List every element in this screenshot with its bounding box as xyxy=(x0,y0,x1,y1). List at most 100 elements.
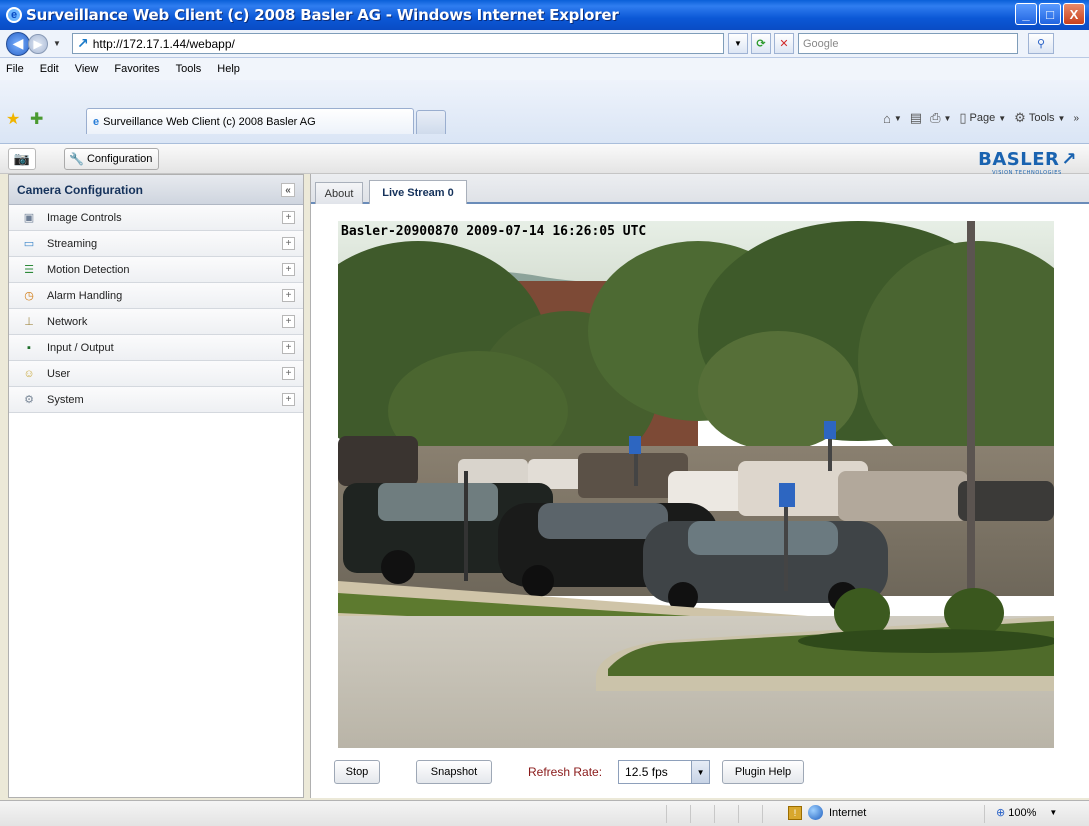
chevron-down-icon: ▼ xyxy=(691,761,710,783)
zoom-icon: ⊕ xyxy=(996,807,1006,819)
expand-icon[interactable]: + xyxy=(282,289,295,302)
app-toolbar: 📷 🔧 Configuration xyxy=(0,144,1089,174)
sidebar-item-user[interactable]: ☺ User + xyxy=(9,361,303,387)
camera-overlay-text: Basler-20900870 2009-07-14 16:26:05 UTC xyxy=(341,224,647,239)
sidebar-item-input-output[interactable]: ▪ Input / Output + xyxy=(9,335,303,361)
expand-icon[interactable]: + xyxy=(282,237,295,250)
print-button[interactable]: ⎙ ▼ xyxy=(930,110,951,126)
refresh-rate-select[interactable]: 12.5 fps ▼ xyxy=(618,760,711,784)
menu-edit[interactable]: Edit xyxy=(40,63,59,75)
tab-about[interactable]: About xyxy=(315,182,363,204)
browser-tab[interactable]: e Surveillance Web Client (c) 2008 Basle… xyxy=(86,108,414,134)
window-controls: _ □ X xyxy=(1015,3,1085,25)
forward-arrow-icon: ▶ xyxy=(33,36,43,51)
zoom-control[interactable]: ⊕ 100% ▼ xyxy=(996,806,1058,820)
back-arrow-icon: ◀ xyxy=(12,35,24,51)
print-icon: ⎙ xyxy=(930,110,941,125)
streaming-icon: ▭ xyxy=(23,238,35,250)
tab-bar: ★ ✚ e Surveillance Web Client (c) 2008 B… xyxy=(0,80,1089,144)
security-zone[interactable]: ! Internet xyxy=(788,805,866,820)
maximize-button[interactable]: □ xyxy=(1039,3,1061,25)
menu-help[interactable]: Help xyxy=(217,63,240,75)
stop-button[interactable]: Stop xyxy=(334,760,380,784)
internet-zone-icon xyxy=(808,805,823,820)
address-controls: ▼ ⟳ ✕ xyxy=(728,33,794,54)
motion-detection-icon: ☰ xyxy=(24,264,34,276)
tools-menu-button[interactable]: ⚙ Tools ▼ xyxy=(1014,110,1065,126)
gear-icon: ⚙ xyxy=(1014,110,1026,125)
expand-icon[interactable]: + xyxy=(282,263,295,276)
tab-ie-icon: e xyxy=(93,115,100,128)
zoom-level: 100% xyxy=(1008,806,1037,819)
search-input[interactable]: Google xyxy=(798,33,1018,54)
camera-view: Basler-20900870 2009-07-14 16:26:05 UTC xyxy=(338,221,1054,748)
history-dropdown-icon[interactable]: ▼ xyxy=(52,39,62,48)
status-separator xyxy=(762,805,763,823)
status-separator xyxy=(984,805,985,823)
content-tabstrip: About Live Stream 0 xyxy=(311,174,1089,204)
sidebar-item-label: Alarm Handling xyxy=(47,289,123,302)
favorites-star-icon[interactable]: ★ xyxy=(6,109,20,129)
sidebar-item-network[interactable]: ⊥ Network + xyxy=(9,309,303,335)
back-button[interactable]: ◀ xyxy=(6,31,30,56)
refresh-button[interactable]: ⟳ xyxy=(751,33,771,54)
forward-button[interactable]: ▶ xyxy=(28,33,48,54)
configuration-button[interactable]: 🔧 Configuration xyxy=(64,147,160,170)
expand-icon[interactable]: + xyxy=(282,367,295,380)
home-button[interactable]: ⌂ ▼ xyxy=(883,111,902,126)
menu-file[interactable]: File xyxy=(6,63,24,75)
home-dropdown-icon: ▼ xyxy=(893,113,902,123)
network-icon: ⊥ xyxy=(24,316,34,328)
logo-text: BASLER xyxy=(978,149,1060,170)
menu-bar: File Edit View Favorites Tools Help xyxy=(0,58,1089,80)
camera-image xyxy=(338,221,1054,748)
stop-icon: ✕ xyxy=(779,38,789,50)
more-chevron[interactable]: » xyxy=(1073,113,1079,124)
collapse-panel-button[interactable]: « xyxy=(281,183,295,197)
print-dropdown-icon: ▼ xyxy=(943,113,952,123)
plugin-help-button[interactable]: Plugin Help xyxy=(722,760,805,784)
search-icon: ⚲ xyxy=(1036,38,1046,50)
expand-icon[interactable]: + xyxy=(282,315,295,328)
address-row: ◀ ▶ ▼ ↗ http://172.17.1.44/webapp/ ▼ ⟳ ✕… xyxy=(0,30,1089,58)
close-button[interactable]: X xyxy=(1063,3,1085,25)
menu-tools[interactable]: Tools xyxy=(176,63,202,75)
page-menu-button[interactable]: ▯ Page ▼ xyxy=(959,110,1006,126)
search-button[interactable]: ⚲ xyxy=(1028,33,1054,54)
panel-title: Camera Configuration xyxy=(17,182,144,197)
snapshot-button[interactable]: Snapshot xyxy=(416,760,492,784)
menu-view[interactable]: View xyxy=(75,63,99,75)
minimize-button[interactable]: _ xyxy=(1015,3,1037,25)
tab-live-stream-0[interactable]: Live Stream 0 xyxy=(369,180,467,204)
sidebar-item-motion-detection[interactable]: ☰ Motion Detection + xyxy=(9,257,303,283)
status-bar: ! Internet ⊕ 100% ▼ xyxy=(0,800,1089,826)
expand-icon[interactable]: + xyxy=(282,341,295,354)
expand-icon[interactable]: + xyxy=(282,211,295,224)
alarm-handling-icon: ◷ xyxy=(24,290,34,302)
feeds-button[interactable]: ▤ xyxy=(910,110,922,126)
camera-icon: 📷 xyxy=(13,150,31,166)
sidebar-item-image-controls[interactable]: ▣ Image Controls + xyxy=(9,205,303,231)
configuration-label: Configuration xyxy=(86,152,153,165)
sidebar-item-alarm-handling[interactable]: ◷ Alarm Handling + xyxy=(9,283,303,309)
expand-icon[interactable]: + xyxy=(282,393,295,406)
stop-page-button[interactable]: ✕ xyxy=(774,33,794,54)
menu-favorites[interactable]: Favorites xyxy=(114,63,159,75)
address-input[interactable]: ↗ http://172.17.1.44/webapp/ xyxy=(72,33,724,54)
address-url: http://172.17.1.44/webapp/ xyxy=(92,36,235,51)
ie-logo-icon: e xyxy=(6,7,22,23)
image-controls-icon: ▣ xyxy=(23,212,35,224)
address-dropdown-button[interactable]: ▼ xyxy=(728,33,748,54)
sidebar-item-streaming[interactable]: ▭ Streaming + xyxy=(9,231,303,257)
sidebar-item-label: Image Controls xyxy=(47,211,122,224)
zoom-dropdown-icon: ▼ xyxy=(1049,808,1058,817)
sidebar-item-system[interactable]: ⚙ System + xyxy=(9,387,303,413)
refresh-icon: ⟳ xyxy=(756,38,766,50)
camera-button[interactable]: 📷 xyxy=(8,147,36,170)
window-titlebar: e Surveillance Web Client (c) 2008 Basle… xyxy=(0,0,1089,30)
add-favorite-icon[interactable]: ✚ xyxy=(30,109,43,129)
new-tab-button[interactable] xyxy=(416,110,446,134)
sidebar-item-label: Network xyxy=(47,315,88,328)
content-panel: About Live Stream 0 Basler-20900870 2009… xyxy=(310,174,1089,798)
stream-controls: Stop Snapshot Refresh Rate: 12.5 fps ▼ P… xyxy=(334,760,805,784)
